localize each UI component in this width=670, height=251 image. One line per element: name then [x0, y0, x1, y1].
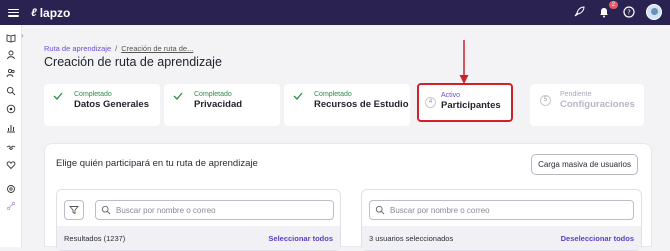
step-name: Configuraciones	[560, 99, 635, 110]
logo-mark-icon: ℓ	[31, 6, 37, 19]
breadcrumb-parent[interactable]: Ruta de aprendizaje	[44, 44, 111, 53]
step-privacidad[interactable]: Completado Privacidad	[164, 84, 280, 126]
breadcrumb-current[interactable]: Creación de ruta de...	[121, 44, 193, 53]
chart-icon[interactable]	[5, 122, 17, 134]
step-recursos-de-estudio[interactable]: Completado Recursos de Estudio	[284, 84, 410, 126]
available-users-column: Resultados (1237) Seleccionar todos	[56, 189, 341, 251]
check-icon	[173, 92, 183, 100]
step-name: Participantes	[441, 100, 501, 111]
selected-row: 3 usuarios seleccionados Deseleccionar t…	[362, 226, 641, 250]
annotation-arrow	[459, 40, 469, 84]
sidebar	[0, 25, 22, 247]
link-icon[interactable]	[5, 200, 17, 212]
heart-icon[interactable]	[5, 159, 17, 171]
menu-icon[interactable]	[8, 8, 19, 17]
step-status: Completado	[194, 91, 232, 98]
step-datos-generales[interactable]: Completado Datos Generales	[44, 84, 160, 126]
step-status: Activo	[441, 92, 461, 99]
bulk-upload-button[interactable]: Carga masiva de usuarios	[531, 154, 638, 175]
results-row: Resultados (1237) Seleccionar todos	[57, 226, 340, 250]
search-field-available[interactable]	[95, 200, 334, 220]
participants-panel: Elige quién participará en tu ruta de ap…	[44, 143, 652, 251]
search-icon	[375, 205, 385, 215]
search-icon[interactable]	[5, 85, 17, 97]
page-title: Creación de ruta de aprendizaje	[44, 55, 222, 69]
step-status: Pendiente	[560, 91, 592, 98]
step-status: Completado	[314, 91, 352, 98]
step-name: Recursos de Estudio	[314, 99, 409, 110]
step-status: Completado	[74, 91, 112, 98]
search-icon	[101, 205, 111, 215]
panel-title: Elige quién participará en tu ruta de ap…	[56, 158, 258, 169]
deselect-all-link[interactable]: Deseleccionar todos	[561, 234, 634, 243]
search-input-available[interactable]	[116, 205, 316, 215]
settings-icon[interactable]	[5, 183, 17, 195]
rocket-icon[interactable]	[571, 4, 587, 20]
handshake-icon[interactable]	[5, 141, 17, 153]
check-icon	[53, 92, 63, 100]
check-icon	[293, 92, 303, 100]
top-bar: ℓ lapzo 2 ?	[0, 0, 670, 25]
bell-icon[interactable]: 2	[596, 1, 618, 20]
users-icon[interactable]	[5, 67, 17, 79]
app-logo[interactable]: ℓ lapzo	[31, 6, 70, 20]
select-all-link[interactable]: Seleccionar todos	[268, 234, 333, 243]
step-participantes[interactable]: 4 Activo Participantes	[417, 83, 513, 122]
filter-button[interactable]	[64, 200, 84, 220]
filter-icon	[69, 206, 79, 215]
step-name: Datos Generales	[74, 99, 149, 110]
step-name: Privacidad	[194, 99, 243, 110]
breadcrumb-separator: /	[115, 44, 118, 53]
step-number: 5	[540, 95, 551, 106]
stepper: Completado Datos Generales Completado Pr…	[44, 83, 644, 126]
notification-badge: 2	[608, 1, 618, 9]
step-number: 4	[425, 97, 436, 108]
results-count: Resultados (1237)	[64, 233, 126, 243]
user-icon[interactable]	[5, 49, 17, 61]
logo-text: lapzo	[39, 5, 71, 20]
search-field-selected[interactable]	[369, 200, 634, 220]
book-icon[interactable]	[5, 32, 17, 44]
svg-text:?: ?	[627, 9, 631, 17]
avatar[interactable]	[646, 4, 662, 20]
help-icon[interactable]: ?	[621, 4, 637, 20]
step-configuraciones[interactable]: 5 Pendiente Configuraciones	[530, 84, 644, 126]
sidebar-expand-icon[interactable]: ›	[21, 31, 24, 40]
selected-users-column: 3 usuarios seleccionados Deseleccionar t…	[361, 189, 642, 251]
breadcrumb: Ruta de aprendizaje / Creación de ruta d…	[44, 44, 193, 53]
target-icon[interactable]	[5, 103, 17, 115]
search-input-selected[interactable]	[390, 205, 590, 215]
selected-count: 3 usuarios seleccionados	[369, 233, 454, 243]
